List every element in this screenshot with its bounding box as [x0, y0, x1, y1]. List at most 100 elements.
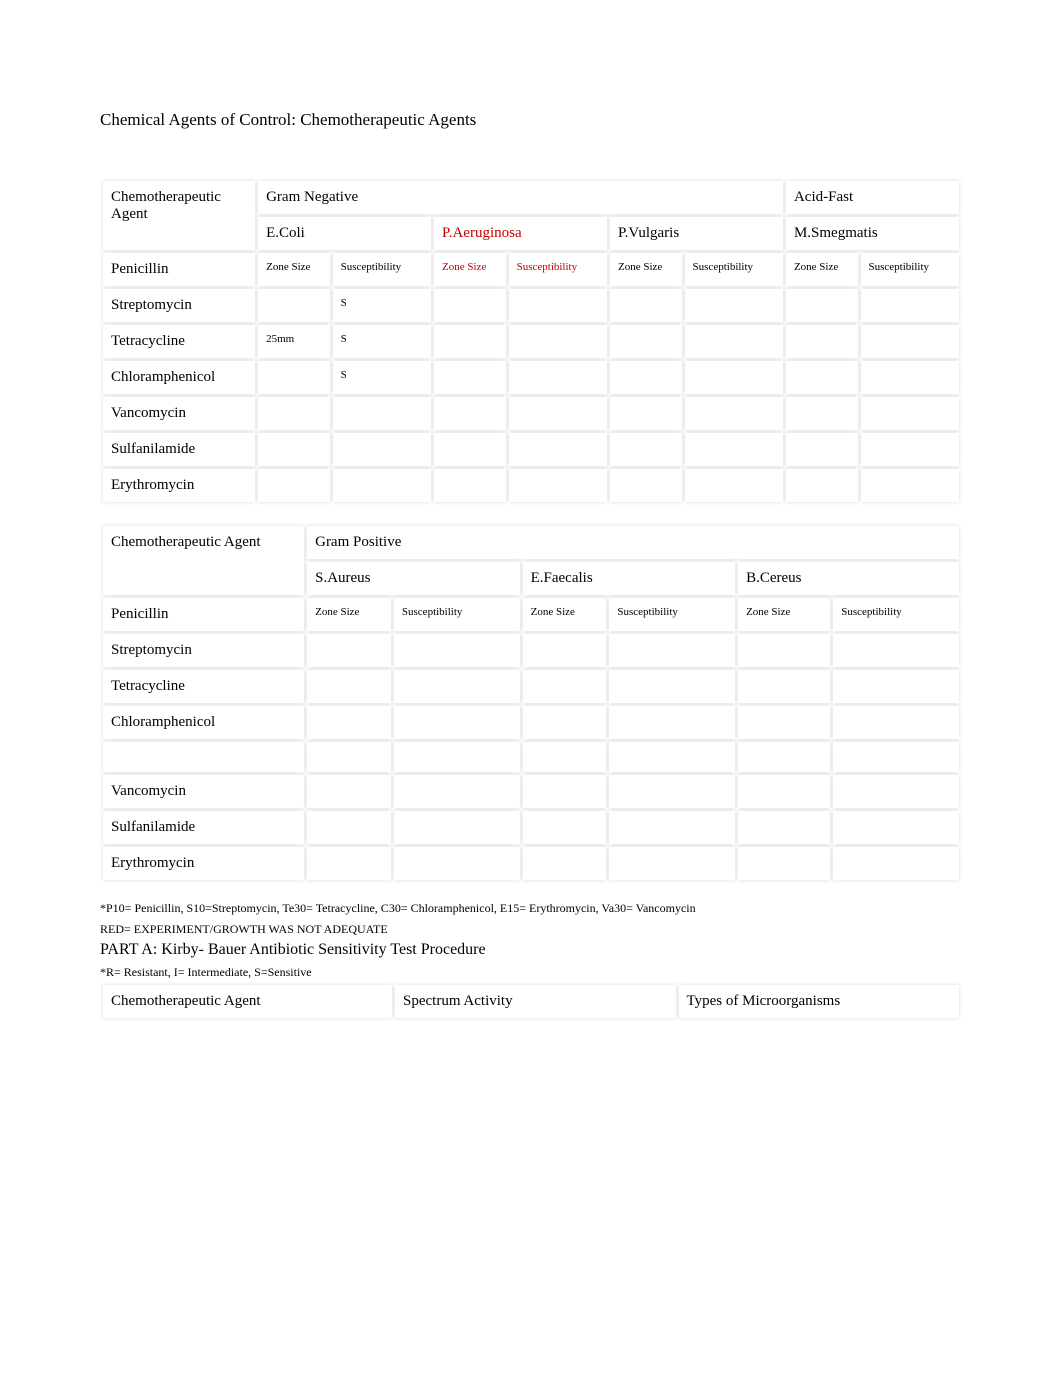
data-cell: Zone Size	[610, 253, 682, 286]
agent-cell: Streptomycin	[103, 634, 304, 667]
agent-cell: Penicillin	[103, 598, 304, 631]
header-agent: Chemotherapeutic Agent	[103, 181, 255, 250]
data-cell	[509, 361, 607, 394]
data-cell	[786, 397, 858, 430]
data-cell	[394, 634, 520, 667]
data-cell: Zone Size	[258, 253, 330, 286]
data-cell	[394, 706, 520, 739]
data-cell	[861, 361, 960, 394]
header-agent: Chemotherapeutic Agent	[103, 526, 304, 595]
data-cell	[523, 811, 607, 844]
data-cell	[609, 634, 735, 667]
data-cell: Zone Size	[307, 598, 391, 631]
data-cell	[523, 775, 607, 808]
data-cell	[394, 670, 520, 703]
data-cell	[394, 847, 520, 880]
data-cell	[685, 469, 783, 502]
data-cell	[861, 433, 960, 466]
data-cell	[861, 397, 960, 430]
header-efaecalis: E.Faecalis	[523, 562, 735, 595]
data-cell	[685, 361, 783, 394]
data-cell	[609, 706, 735, 739]
data-cell: S	[333, 361, 431, 394]
data-cell	[258, 469, 330, 502]
data-cell	[738, 742, 830, 772]
data-cell	[509, 397, 607, 430]
page-title: Chemical Agents of Control: Chemotherape…	[100, 110, 962, 130]
data-cell	[610, 325, 682, 358]
table-row: Chemotherapeutic Agent Spectrum Activity…	[103, 985, 959, 1018]
agent-cell: Chloramphenicol	[103, 706, 304, 739]
data-cell	[258, 397, 330, 430]
table-row: Sulfanilamide	[103, 811, 959, 844]
data-cell	[434, 433, 506, 466]
data-cell	[738, 847, 830, 880]
agent-cell: Sulfanilamide	[103, 811, 304, 844]
data-cell	[258, 361, 330, 394]
data-cell	[833, 634, 959, 667]
agent-cell: Chloramphenicol	[103, 361, 255, 394]
data-cell: S	[333, 325, 431, 358]
data-cell	[610, 397, 682, 430]
data-cell	[307, 811, 391, 844]
header-types: Types of Microorganisms	[679, 985, 960, 1018]
footnote-codes: *P10= Penicillin, S10=Streptomycin, Te30…	[100, 901, 962, 916]
agent-cell: Penicillin	[103, 253, 255, 286]
data-cell	[307, 742, 391, 772]
table-row: Vancomycin	[103, 397, 959, 430]
data-cell	[609, 775, 735, 808]
header-spectrum: Spectrum Activity	[395, 985, 676, 1018]
data-cell	[523, 742, 607, 772]
data-cell: Susceptibility	[333, 253, 431, 286]
table-row: StreptomycinS	[103, 289, 959, 322]
agent-cell: Erythromycin	[103, 847, 304, 880]
data-cell: Zone Size	[786, 253, 858, 286]
data-cell	[333, 433, 431, 466]
data-cell: Zone Size	[434, 253, 506, 286]
table-gram-negative-acidfast: Chemotherapeutic Agent Gram Negative Aci…	[100, 178, 962, 505]
data-cell	[861, 325, 960, 358]
footnote-red: RED= EXPERIMENT/GROWTH WAS NOT ADEQUATE	[100, 922, 962, 937]
data-cell: Susceptibility	[609, 598, 735, 631]
data-cell: Zone Size	[523, 598, 607, 631]
data-cell: Susceptibility	[394, 598, 520, 631]
data-cell: Susceptibility	[685, 253, 783, 286]
data-cell	[685, 289, 783, 322]
data-cell: S	[333, 289, 431, 322]
header-gram-positive: Gram Positive	[307, 526, 959, 559]
header-msmegmatis: M.Smegmatis	[786, 217, 959, 250]
footnote-legend: *R= Resistant, I= Intermediate, S=Sensit…	[100, 965, 962, 980]
header-ecoli: E.Coli	[258, 217, 431, 250]
table-row: Erythromycin	[103, 469, 959, 502]
data-cell	[394, 811, 520, 844]
data-cell	[434, 361, 506, 394]
data-cell	[523, 847, 607, 880]
table-row: Erythromycin	[103, 847, 959, 880]
agent-cell: Vancomycin	[103, 775, 304, 808]
data-cell	[833, 811, 959, 844]
data-cell	[685, 325, 783, 358]
table-row: Tetracycline25mmS	[103, 325, 959, 358]
data-cell	[307, 670, 391, 703]
part-a-title: PART A: Kirby- Bauer Antibiotic Sensitiv…	[100, 941, 962, 959]
agent-cell	[103, 742, 304, 772]
data-cell	[394, 775, 520, 808]
data-cell	[610, 469, 682, 502]
agent-cell: Erythromycin	[103, 469, 255, 502]
data-cell	[434, 469, 506, 502]
agent-cell: Vancomycin	[103, 397, 255, 430]
header-bcereus: B.Cereus	[738, 562, 959, 595]
data-cell	[509, 433, 607, 466]
table-row: Vancomycin	[103, 775, 959, 808]
data-cell	[861, 289, 960, 322]
data-cell: Susceptibility	[861, 253, 960, 286]
data-cell	[333, 469, 431, 502]
data-cell	[786, 325, 858, 358]
data-cell	[738, 811, 830, 844]
header-agent: Chemotherapeutic Agent	[103, 985, 392, 1018]
data-cell	[523, 634, 607, 667]
data-cell	[258, 433, 330, 466]
header-paeruginosa: P.Aeruginosa	[434, 217, 607, 250]
agent-cell: Tetracycline	[103, 325, 255, 358]
data-cell	[333, 397, 431, 430]
